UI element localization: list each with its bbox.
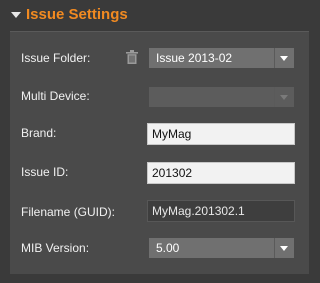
issue-folder-label: Issue Folder: <box>21 51 91 65</box>
filename-value: MyMag.201302.1 <box>152 204 245 218</box>
mib-version-select[interactable]: 5.00 <box>148 237 295 259</box>
issue-folder-dropdown-button[interactable] <box>274 48 294 68</box>
issue-id-value: 201302 <box>152 166 193 180</box>
mib-version-value: 5.00 <box>156 241 180 255</box>
brand-input[interactable]: MyMag <box>147 123 295 145</box>
filename-label: Filename (GUID): <box>21 205 116 219</box>
section-title: Issue Settings <box>26 6 128 23</box>
chevron-down-icon <box>280 56 288 61</box>
collapse-triangle-icon[interactable] <box>11 12 21 18</box>
chevron-down-icon <box>280 95 288 100</box>
issue-folder-value: Issue 2013-02 <box>156 51 233 65</box>
filename-field: MyMag.201302.1 <box>147 200 295 222</box>
trash-icon[interactable] <box>126 50 138 64</box>
issue-id-label: Issue ID: <box>21 165 69 179</box>
issue-id-input[interactable]: 201302 <box>147 162 295 184</box>
multi-device-dropdown-button <box>274 87 294 107</box>
mib-version-dropdown-button[interactable] <box>274 238 294 258</box>
mib-version-label: MIB Version: <box>21 241 90 255</box>
section-header[interactable]: Issue Settings <box>0 0 319 32</box>
multi-device-select <box>148 86 295 108</box>
chevron-down-icon <box>280 246 288 251</box>
brand-label: Brand: <box>21 126 57 140</box>
multi-device-label: Multi Device: <box>21 89 90 103</box>
brand-value: MyMag <box>152 127 192 141</box>
issue-folder-select[interactable]: Issue 2013-02 <box>148 47 295 69</box>
